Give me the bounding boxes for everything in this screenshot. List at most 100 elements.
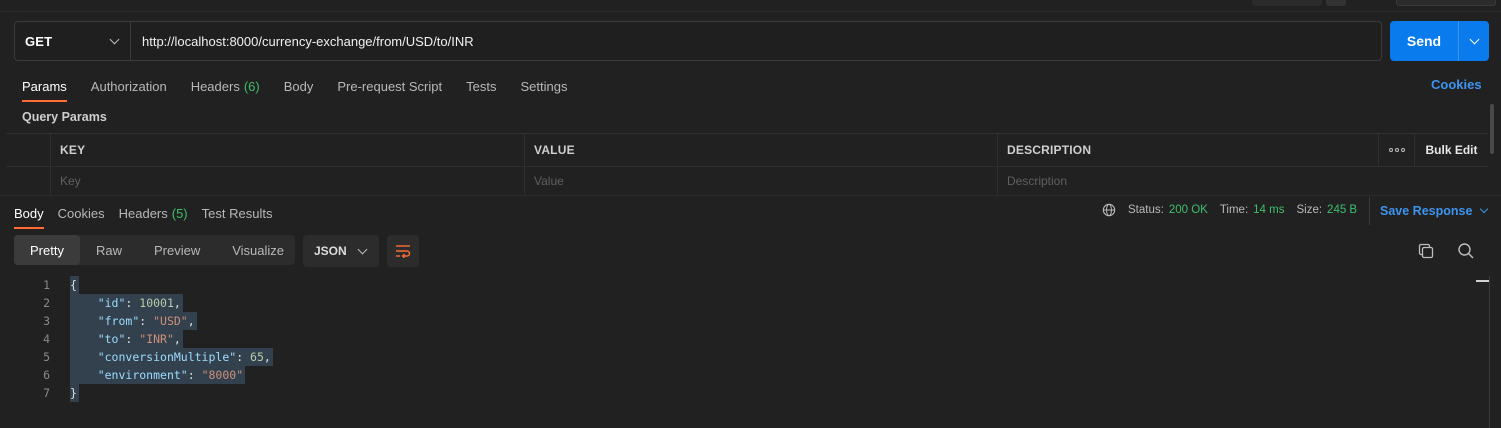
description-cell [997,167,1456,195]
checkbox-column-header [6,134,50,166]
json-value: 10001 [139,296,174,310]
json-key: "id" [97,296,126,310]
key-cell [50,167,524,195]
code-line: 3 "from": "USD", [0,312,1470,330]
send-button-group: Send [1390,21,1489,61]
send-options-button[interactable] [1458,21,1489,61]
time-label: Time: [1219,204,1249,216]
json-close-brace: } [70,386,77,400]
response-body-code[interactable]: 1 { 2 "id": 10001, 3 "from": "USD", 4 "t… [0,276,1470,402]
json-comma: , [173,332,181,346]
tab-label: Cookies [57,205,105,221]
bulk-edit-label: Bulk Edit [1425,143,1478,157]
key-input[interactable] [60,174,524,188]
url-input[interactable] [131,22,1381,60]
response-tab-cookies[interactable]: Cookies [58,199,105,227]
table-header-row: KEY VALUE DESCRIPTION Bulk Edit [6,134,1488,167]
request-pane-scrollbar[interactable] [1490,104,1494,154]
description-header-label: DESCRIPTION [1007,143,1092,157]
code-line: 2 "id": 10001, [0,294,1470,312]
status-label: Status: [1128,204,1164,216]
tab-label: Headers [118,205,168,221]
query-params-title: Query Params [22,110,107,124]
chevron-down-icon [1480,204,1489,214]
json-value: "USD" [153,314,188,328]
view-visualize-button[interactable]: Visualize [216,235,300,265]
response-tab-headers[interactable]: Headers (5) [119,199,188,227]
json-value: "8000" [201,368,244,382]
view-pretty-button[interactable]: Pretty [14,235,80,265]
response-scrollbar[interactable] [1476,276,1490,428]
query-params-table: KEY VALUE DESCRIPTION Bulk Edit [6,133,1488,195]
line-number: 2 [43,296,50,310]
scrollbar-thumb[interactable] [1476,280,1490,282]
response-headers-count-badge: (5) [171,205,188,221]
tab-authorization[interactable]: Authorization [91,72,167,100]
code-text: { [70,276,79,294]
request-tabs: Params Authorization Headers (6) Body Pre… [22,72,591,102]
code-text: "id": 10001, [70,294,183,312]
json-key: "to" [97,332,126,346]
tab-body[interactable]: Body [284,72,314,100]
code-text: "environment": "8000" [70,366,246,384]
save-response-label: Save Response [1380,204,1473,218]
response-status-bar: Status: 200 OK Time: 14 ms Size: 245 B [1102,203,1369,217]
cookies-link[interactable]: Cookies [1431,77,1482,92]
code-line: 6 "environment": "8000" [0,366,1470,384]
tab-tests[interactable]: Tests [466,72,496,100]
view-raw-button[interactable]: Raw [80,235,138,265]
bulk-edit-button[interactable]: Bulk Edit [1414,134,1488,166]
tab-label: Headers [190,78,240,94]
key-column-header: KEY [50,134,524,166]
tab-pre-request-script[interactable]: Pre-request Script [337,72,442,100]
json-comma: , [263,350,271,364]
json-key: "from" [97,314,140,328]
tab-label: Body [14,205,44,221]
code-text: "to": "INR", [70,330,183,348]
line-number: 3 [43,314,50,328]
tab-headers[interactable]: Headers (6) [191,72,260,100]
top-control-partial [1252,0,1322,6]
description-input[interactable] [1007,174,1456,188]
chevron-down-icon [109,34,120,44]
pane-divider[interactable] [0,195,1501,196]
chevron-down-icon [1469,34,1479,44]
wrap-lines-icon [396,245,411,258]
line-number: 4 [43,332,50,346]
tab-params[interactable]: Params [22,72,67,102]
tab-label: Test Results [201,205,273,221]
method-select[interactable]: GET [15,22,131,60]
wrap-lines-button[interactable] [387,235,419,267]
format-label: JSON [314,244,347,258]
tab-label: Authorization [90,78,167,94]
search-icon[interactable] [1456,241,1476,261]
description-column-header: DESCRIPTION [997,134,1378,166]
time-value[interactable]: 14 ms [1253,204,1284,216]
chevron-down-icon [357,244,368,254]
json-value: 65 [250,350,264,364]
response-tab-test-results[interactable]: Test Results [202,199,273,227]
json-open-brace: { [70,278,77,292]
more-options-button[interactable] [1378,134,1414,166]
copy-icon[interactable] [1416,241,1436,261]
response-tab-body[interactable]: Body [14,199,44,229]
json-value: "INR" [139,332,174,346]
view-preview-button[interactable]: Preview [138,235,216,265]
code-text: } [70,384,79,402]
tab-settings[interactable]: Settings [520,72,567,100]
tab-label: Settings [520,78,568,94]
value-input[interactable] [534,174,997,188]
globe-icon[interactable] [1102,203,1116,217]
headers-count-badge: (6) [243,78,260,94]
top-toolbar-strip [0,0,1501,12]
status-value[interactable]: 200 OK [1169,204,1208,216]
code-text: "from": "USD", [70,312,197,330]
format-select[interactable]: JSON [303,235,379,267]
send-button[interactable]: Send [1390,21,1458,61]
tab-label: Body [283,78,314,94]
top-control-partial-2 [1326,0,1346,6]
save-response-button[interactable]: Save Response [1369,197,1489,225]
size-value[interactable]: 245 B [1327,204,1357,216]
value-header-label: VALUE [534,143,575,157]
tab-label: Params [22,78,67,94]
